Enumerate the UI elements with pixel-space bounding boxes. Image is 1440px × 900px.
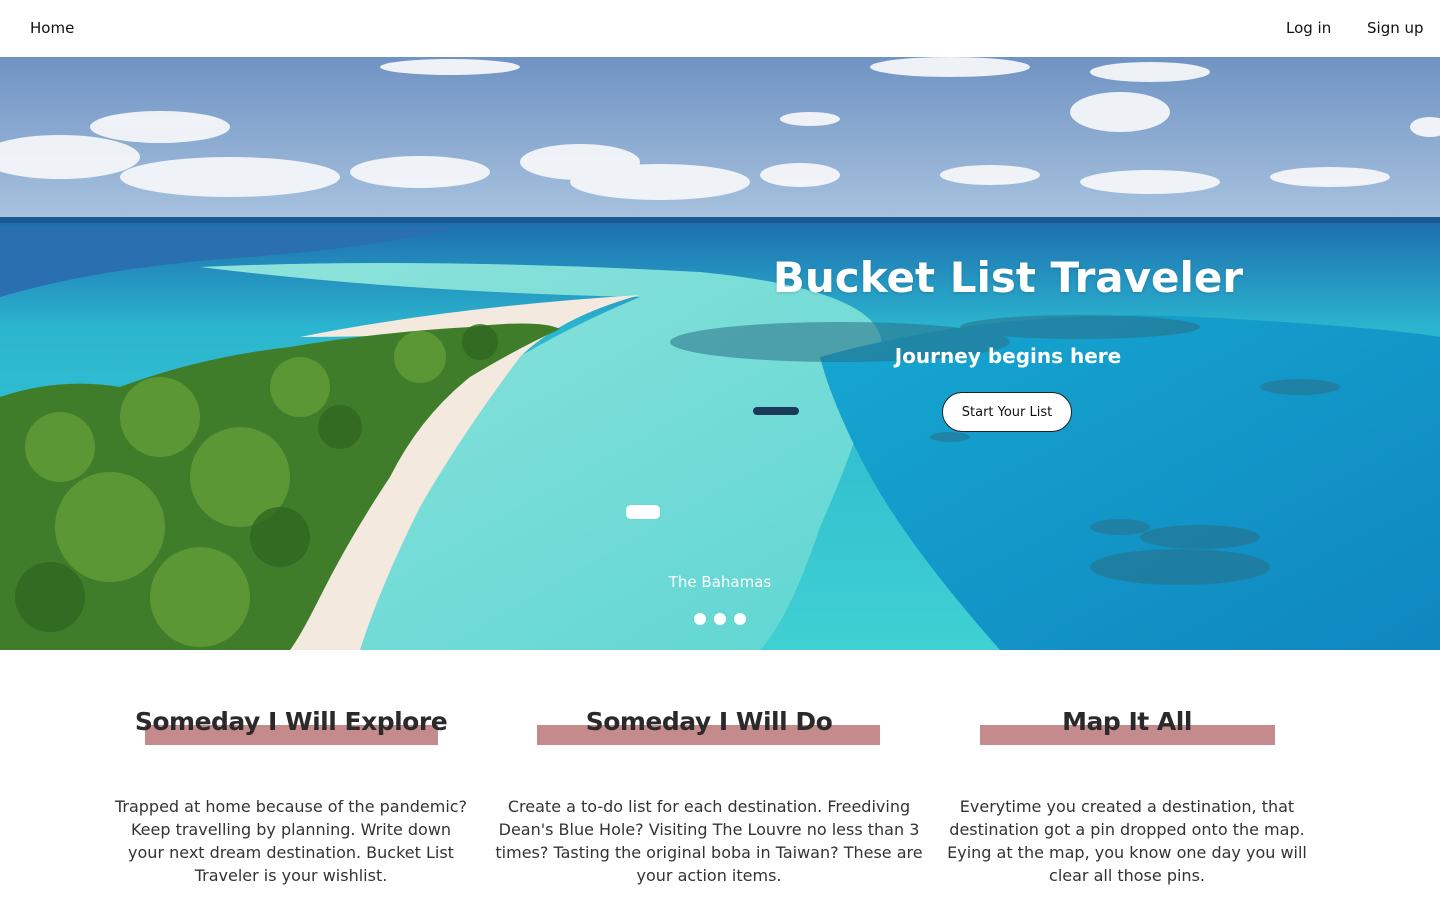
feature-title: Someday I Will Explore <box>134 707 448 736</box>
nav-signup-link[interactable]: Sign up <box>1367 19 1424 37</box>
carousel-dot-2[interactable] <box>714 613 726 625</box>
hero-subtitle: Journey begins here <box>894 344 1122 368</box>
hero-carousel: Bucket List Traveler Journey begins here… <box>0 57 1440 650</box>
feature-text: Create a to-do list for each destination… <box>495 797 923 885</box>
feature-text: Trapped at home because of the pandemic?… <box>114 797 468 885</box>
start-your-list-button[interactable]: Start Your List <box>942 392 1072 432</box>
nav-login-link[interactable]: Log in <box>1286 19 1331 37</box>
carousel-dot-3[interactable] <box>734 613 746 625</box>
feature-title: Map It All <box>1062 707 1192 736</box>
nav-home-link[interactable]: Home <box>30 19 74 37</box>
feature-title: Someday I Will Do <box>585 707 833 736</box>
navbar: Home Log in Sign up <box>0 0 1440 57</box>
slide-caption: The Bahamas <box>668 573 772 591</box>
hero-title: Bucket List Traveler <box>772 253 1244 302</box>
carousel-indicators <box>694 613 746 625</box>
feature-text: Everytime you created a destination, tha… <box>947 797 1307 885</box>
carousel-dot-1[interactable] <box>694 613 706 625</box>
